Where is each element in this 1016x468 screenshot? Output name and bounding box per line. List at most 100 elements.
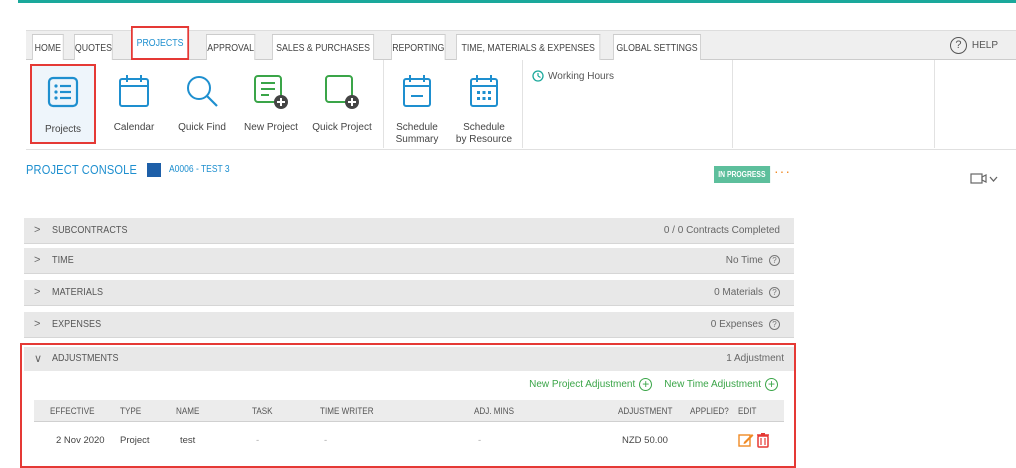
section-status-text: 0 Materials — [714, 287, 763, 298]
delete-icon[interactable] — [756, 432, 770, 448]
quick-project-button[interactable]: Quick Project — [306, 64, 378, 144]
tab-approval[interactable]: APPROVAL — [206, 34, 256, 61]
main-tab-bar: HOME QUOTES PROJECTS APPROVAL SALES & PU… — [26, 26, 1016, 61]
schedule-by-resource-button[interactable]: Schedule by Resource — [452, 64, 516, 145]
section-materials[interactable]: > MATERIALS 0 Materials? — [24, 280, 794, 306]
section-expenses[interactable]: > EXPENSES 0 Expenses? — [24, 312, 794, 338]
chevron-right-icon: > — [34, 224, 41, 236]
tab-sales-purchases[interactable]: SALES & PURCHASES — [272, 34, 375, 61]
col-applied[interactable]: APPLIED? — [690, 406, 729, 416]
schedule-resource-label-line2: by Resource — [455, 134, 513, 145]
section-name: TIME — [52, 255, 74, 266]
ribbon-divider — [383, 60, 384, 148]
status-badge: IN PROGRESS — [714, 166, 770, 183]
quick-find-button[interactable]: Quick Find — [172, 64, 232, 144]
section-name: EXPENSES — [52, 319, 102, 330]
col-task[interactable]: TASK — [252, 406, 273, 416]
calendar-button[interactable]: Calendar — [108, 64, 160, 144]
new-project-adjustment-label: New Project Adjustment — [529, 379, 636, 390]
schedule-resource-icon — [470, 75, 498, 107]
chevron-right-icon: > — [34, 318, 41, 330]
projects-list-icon — [47, 76, 79, 108]
projects-button-label: Projects — [44, 124, 82, 135]
ribbon-divider — [934, 60, 935, 148]
cell-type: Project — [120, 435, 150, 446]
col-name[interactable]: NAME — [176, 406, 199, 416]
tab-projects[interactable]: PROJECTS — [131, 26, 190, 60]
cell-time-writer: - — [324, 435, 328, 446]
tab-time-materials-expenses[interactable]: TIME, MATERIALS & EXPENSES — [456, 34, 601, 61]
new-project-icon — [254, 75, 288, 109]
section-status: 0 Expenses? — [711, 319, 780, 330]
tab-home[interactable]: HOME — [32, 34, 64, 61]
new-time-adjustment-link[interactable]: New Time Adjustment + — [664, 378, 778, 391]
adjustments-count: 1 Adjustment — [726, 353, 784, 364]
section-time[interactable]: > TIME No Time? — [24, 248, 794, 274]
cell-task: - — [256, 435, 260, 446]
help-button[interactable]: ? HELP — [949, 37, 998, 54]
search-icon — [187, 76, 218, 107]
cell-adjustment: NZD 50.00 — [622, 435, 668, 446]
add-circle-icon: + — [639, 378, 653, 391]
video-dropdown-icon[interactable] — [970, 173, 998, 185]
col-type[interactable]: TYPE — [120, 406, 141, 416]
new-project-button[interactable]: New Project — [238, 64, 304, 144]
cell-effective: 2 Nov 2020 — [56, 435, 105, 446]
section-subcontracts[interactable]: > SUBCONTRACTS 0 / 0 Contracts Completed — [24, 218, 794, 244]
chevron-right-icon: > — [34, 254, 41, 266]
schedule-summary-label: Schedule Summary — [390, 122, 444, 146]
col-time-writer[interactable]: TIME WRITER — [320, 406, 374, 416]
more-options-icon[interactable]: ··· — [774, 164, 791, 178]
adjustments-header[interactable]: ∨ ADJUSTMENTS 1 Adjustment — [24, 347, 794, 371]
section-name: MATERIALS — [52, 287, 104, 298]
tab-quotes[interactable]: QUOTES — [74, 34, 113, 61]
adjustments-table-header: EFFECTIVE TYPE NAME TASK TIME WRITER ADJ… — [34, 400, 784, 422]
help-circle-icon[interactable]: ? — [769, 287, 780, 298]
quick-project-label: Quick Project — [312, 122, 372, 133]
edit-icon[interactable] — [738, 432, 754, 448]
help-circle-icon[interactable]: ? — [769, 319, 780, 330]
ribbon-divider — [732, 60, 733, 148]
new-project-label: New Project — [244, 122, 298, 133]
col-edit[interactable]: EDIT — [738, 406, 756, 416]
help-circle-icon[interactable]: ? — [769, 255, 780, 266]
help-icon: ? — [949, 37, 967, 54]
cell-name: test — [180, 435, 196, 446]
table-row[interactable]: 2 Nov 2020 Project test - - - NZD 50.00 — [34, 430, 784, 452]
chevron-right-icon: > — [34, 286, 41, 298]
clock-icon — [532, 70, 544, 82]
ribbon-divider — [522, 60, 523, 148]
adjustments-title: ADJUSTMENTS — [52, 353, 119, 364]
schedule-summary-label-line1: Schedule — [396, 122, 438, 133]
schedule-summary-icon — [403, 75, 431, 107]
col-adjustment[interactable]: ADJUSTMENT — [618, 406, 672, 416]
top-panel: HOME QUOTES PROJECTS APPROVAL SALES & PU… — [0, 0, 1016, 202]
ribbon-toolbar: Projects Calendar Quick Find New Project… — [26, 60, 1016, 150]
adjustment-actions: New Project Adjustment + New Time Adjust… — [529, 378, 778, 391]
project-code: A0006 - TEST 3 — [168, 164, 230, 175]
new-project-adjustment-link[interactable]: New Project Adjustment + — [529, 378, 653, 391]
section-status-text: No Time — [725, 255, 763, 266]
section-status: 0 / 0 Contracts Completed — [664, 225, 780, 236]
section-name: SUBCONTRACTS — [52, 225, 128, 236]
adjustments-panel: ∨ ADJUSTMENTS 1 Adjustment New Project A… — [20, 343, 796, 468]
tab-global-settings[interactable]: GLOBAL SETTINGS — [613, 34, 701, 61]
schedule-summary-button[interactable]: Schedule Summary — [390, 64, 444, 146]
console-title: PROJECT CONSOLE — [26, 162, 138, 177]
col-effective[interactable]: EFFECTIVE — [50, 406, 95, 416]
working-hours-label: Working Hours — [548, 70, 614, 82]
calendar-button-label: Calendar — [113, 122, 155, 133]
quick-project-icon — [325, 75, 359, 109]
project-color-swatch — [146, 162, 161, 177]
col-adj-mins[interactable]: ADJ. MINS — [474, 406, 514, 416]
tab-reporting[interactable]: REPORTING — [391, 34, 446, 61]
chevron-down-icon: ∨ — [34, 353, 43, 365]
working-hours-link[interactable]: Working Hours — [532, 70, 614, 82]
schedule-summary-label-line2: Summary — [395, 134, 439, 145]
quick-find-label: Quick Find — [178, 122, 226, 133]
section-status: No Time? — [726, 255, 780, 266]
section-status-text: 0 Expenses — [710, 319, 763, 330]
section-status: 0 Materials? — [714, 287, 780, 298]
projects-button[interactable]: Projects — [30, 64, 96, 144]
project-console-header: PROJECT CONSOLE A0006 - TEST 3 — [26, 162, 240, 177]
